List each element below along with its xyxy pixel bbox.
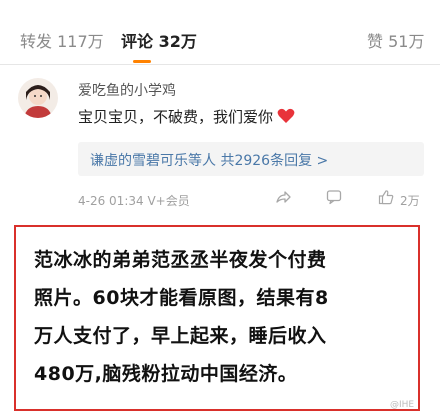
caption-line-3: 万人支付了，早上起来，睡后收入 [34,325,327,347]
tab-comments[interactable]: 评论 32万 [121,32,197,52]
red-heart-icon [277,108,295,128]
comment-body: 宝贝宝贝，不破费，我们爱你 [78,106,295,128]
comment-icon[interactable] [326,189,342,209]
tab-repost[interactable]: 转发 117万 [20,32,104,52]
caption-line-1: 范冰冰的弟弟范丞丞半夜发个付费 [34,249,327,271]
share-icon[interactable] [275,189,291,209]
reply-summary-box[interactable]: 谦虚的雪碧可乐等人 共2926条回复 > [78,142,424,176]
avatar[interactable] [18,78,58,118]
comment-text: 宝贝宝贝，不破费，我们爱你 [78,108,274,126]
caption-text: 范冰冰的弟弟范丞丞半夜发个付费 照片。60块才能看原图，结果有8 万人支付了，早… [34,241,410,393]
avatar-image [18,78,58,118]
watermark: @IHE [390,400,415,410]
reply-summary-link[interactable]: 谦虚的雪碧可乐等人 共2926条回复 > [90,150,328,170]
active-tab-indicator [133,60,151,63]
like-count: 2万 [400,194,420,208]
caption-frame: 范冰冰的弟弟范丞丞半夜发个付费 照片。60块才能看原图，结果有8 万人支付了，早… [14,225,420,411]
caption-line-4: 480万,脑残粉拉动中国经济。 [34,363,298,385]
caption-line-2: 照片。60块才能看原图，结果有8 [34,287,329,309]
comment-username[interactable]: 爱吃鱼的小学鸡 [78,80,176,100]
tab-likes[interactable]: 赞 51万 [367,32,424,52]
comment-meta: 4-26 01:34 V+会员 [78,194,190,208]
thumbs-up-icon[interactable] [378,189,394,209]
comment-tabs: 转发 117万 评论 32万 赞 51万 [0,0,440,65]
